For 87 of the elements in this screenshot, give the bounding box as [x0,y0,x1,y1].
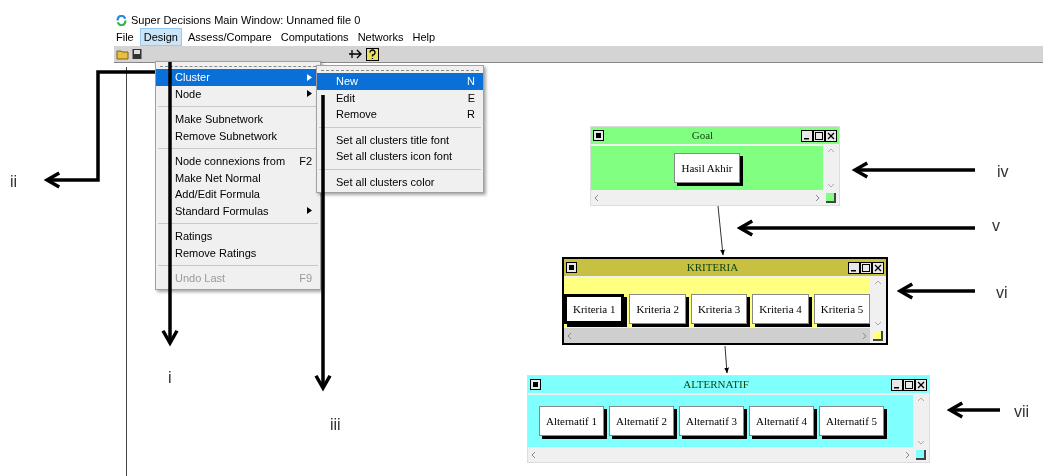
annotation-label: ii [10,172,18,192]
arrow-tool-icon[interactable] [348,48,364,60]
cluster-title: ALTERNATIF [682,377,750,393]
maximize-icon[interactable] [860,261,872,274]
menu-bar-item[interactable]: Help [409,28,439,46]
node-button[interactable]: Alternatif 3 [679,406,745,436]
menu-item[interactable]: Make Subnetwork [156,111,320,128]
resize-grip-icon[interactable] [826,192,836,203]
chevron-left-icon[interactable] [531,450,536,459]
node-button[interactable]: Hasil Akhir [674,153,740,183]
chevron-right-icon[interactable] [862,331,867,340]
menu-item[interactable]: Remove Ratings [156,244,320,261]
cluster-title: KRITERIA [685,260,740,276]
close-icon[interactable] [915,378,927,391]
annotation-label: iii [330,415,341,435]
menu-item[interactable]: Remove R [317,106,483,123]
menu-item[interactable]: Standard Formulas [156,202,320,219]
chevron-right-icon[interactable] [905,450,910,459]
help-icon[interactable] [366,47,379,61]
menu-item[interactable]: Node connexions from F2 [156,153,320,170]
menu-item[interactable]: Set all clusters icon font [317,148,483,165]
cluster-title-bar[interactable]: ALTERNATIF [528,376,929,393]
node-button[interactable]: Kriteria 3 [690,294,748,324]
submenu-arrow-icon [307,90,312,98]
cluster-title-bar[interactable]: KRITERIA [564,259,886,276]
pointer-arrow [948,401,1000,419]
chevron-up-icon[interactable] [917,397,925,402]
chevron-right-icon[interactable] [815,193,820,202]
minimize-icon[interactable] [891,378,903,391]
chevron-left-icon[interactable] [594,193,599,202]
minimize-icon[interactable] [801,129,813,142]
node-button[interactable]: Kriteria 5 [813,294,871,324]
annotation-label: v [992,216,1000,236]
menu-item[interactable]: Remove Subnetwork [156,127,320,144]
annotation-label: i [168,368,172,388]
menu-item[interactable]: New N [317,73,483,90]
close-icon[interactable] [872,261,884,274]
node-button[interactable]: Alternatif 2 [609,406,675,436]
chevron-up-icon[interactable] [874,280,883,285]
save-icon[interactable] [132,48,142,60]
connector-arrow [724,345,729,374]
chevron-up-icon[interactable] [827,148,835,153]
menu-bar-item[interactable]: Computations [277,28,352,46]
window-menu-icon[interactable] [566,262,577,273]
cluster-window[interactable]: Goal Hasil Akhir [590,126,840,206]
window-title: Super Decisions Main Window: Unnamed file 0 [131,12,361,28]
minimize-icon[interactable] [848,261,860,274]
menu-item[interactable]: Add/Edit Formula [156,186,320,203]
resize-grip-icon[interactable] [873,330,883,341]
node-button[interactable]: Alternatif 4 [749,406,815,436]
cluster-window[interactable]: ALTERNATIF Alternatif 1 Alternatif 2 Alternatif 3 Alternatif 4 Alternatif 5 [527,375,930,463]
node-button[interactable]: Kriteria 2 [629,294,686,324]
window-menu-icon[interactable] [593,130,604,141]
menu-item[interactable]: Make Net Normal [156,169,320,186]
menu-item[interactable]: Edit E [317,89,483,106]
annotation-label: vi [996,283,1008,303]
node-button[interactable]: Alternatif 5 [819,406,885,436]
cluster-title: Goal [690,128,715,144]
submenu-arrow-icon [307,73,312,81]
annotation-label: vii [1014,402,1030,422]
chevron-down-icon[interactable] [917,440,925,445]
close-icon[interactable] [825,129,837,142]
chevron-down-icon[interactable] [827,183,835,188]
annotation-label: iv [997,162,1009,182]
menu-bar-item[interactable]: File [113,28,137,46]
cluster-window[interactable]: KRITERIA Kriteria 1 Kriteria 2 Kriteria 3 Kriteria 4 Kriteria 5 [562,257,888,345]
node-button[interactable]: Alternatif 1 [539,406,604,436]
submenu-arrow-icon [307,207,312,215]
menu-bar-item[interactable]: Networks [354,28,407,46]
menu-bar-item[interactable]: Assess/Compare [185,28,275,46]
app-logo-icon [116,14,127,26]
menu-item[interactable]: Set all clusters title font [317,131,483,148]
menu-item[interactable]: Ratings [156,228,320,245]
cluster-title-bar[interactable]: Goal [591,127,839,144]
node-button[interactable]: Kriteria 1 [564,294,625,324]
menu-item[interactable]: Node [156,85,320,102]
node-button[interactable]: Kriteria 4 [752,294,809,324]
chevron-down-icon[interactable] [874,321,883,326]
chevron-left-icon[interactable] [567,331,572,340]
window-menu-icon[interactable] [530,379,541,390]
maximize-icon[interactable] [813,129,825,142]
menu-bar-item[interactable]: Design [139,28,182,46]
resize-grip-icon[interactable] [916,449,926,460]
connector-arrow [717,205,725,256]
maximize-icon[interactable] [903,378,915,391]
horizontal-scrollbar[interactable] [564,328,870,343]
menu-item[interactable]: Set all clusters color [317,173,483,190]
